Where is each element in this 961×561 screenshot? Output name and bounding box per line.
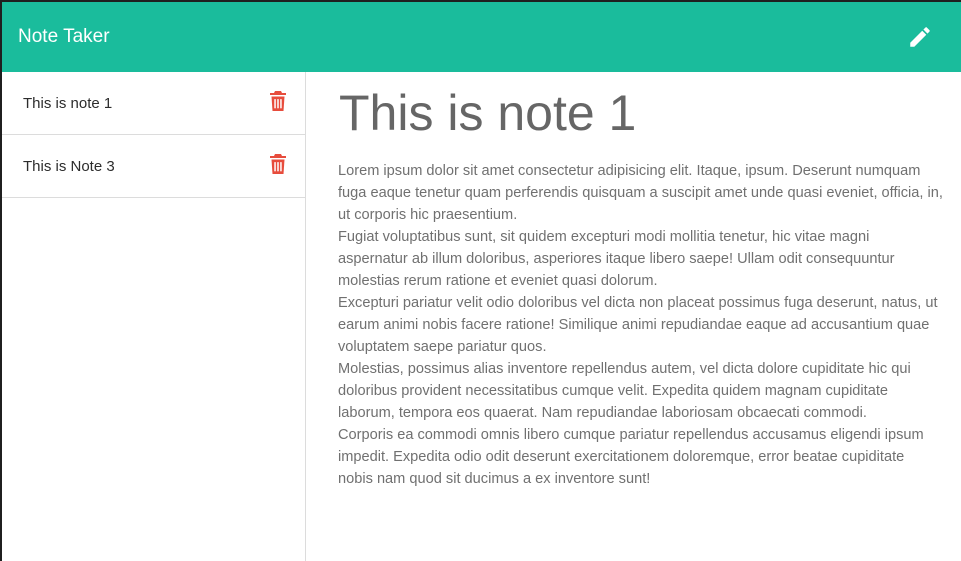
note-paragraph: Molestias, possimus alias inventore repe…: [338, 361, 911, 421]
trash-icon: [270, 91, 286, 111]
note-paragraph: Excepturi pariatur velit odio doloribus …: [338, 295, 938, 355]
note-editor: This is note 1 Lorem ipsum dolor sit ame…: [306, 72, 961, 561]
note-text-field[interactable]: Lorem ipsum dolor sit amet consectetur a…: [338, 160, 943, 490]
app-window: Note Taker This is note 1 This is Note 3: [2, 2, 961, 561]
note-list-item-title[interactable]: This is note 1: [23, 93, 112, 115]
note-list-item[interactable]: This is note 1: [2, 72, 305, 135]
note-list-item-title[interactable]: This is Note 3: [23, 156, 115, 178]
note-paragraph: Corporis ea commodi omnis libero cumque …: [338, 427, 924, 487]
new-note-button[interactable]: [903, 20, 937, 54]
note-paragraph: Lorem ipsum dolor sit amet consectetur a…: [338, 163, 943, 223]
pencil-icon: [910, 27, 930, 47]
notes-sidebar: This is note 1 This is Note 3: [2, 72, 306, 561]
note-list-item[interactable]: This is Note 3: [2, 135, 305, 198]
note-paragraph: Fugiat voluptatibus sunt, sit quidem exc…: [338, 229, 895, 289]
delete-note-button[interactable]: [269, 153, 287, 175]
app-title[interactable]: Note Taker: [18, 24, 110, 50]
delete-note-button[interactable]: [269, 90, 287, 112]
trash-icon: [270, 154, 286, 174]
navbar: Note Taker: [2, 2, 961, 72]
note-title-field[interactable]: This is note 1: [339, 84, 943, 142]
